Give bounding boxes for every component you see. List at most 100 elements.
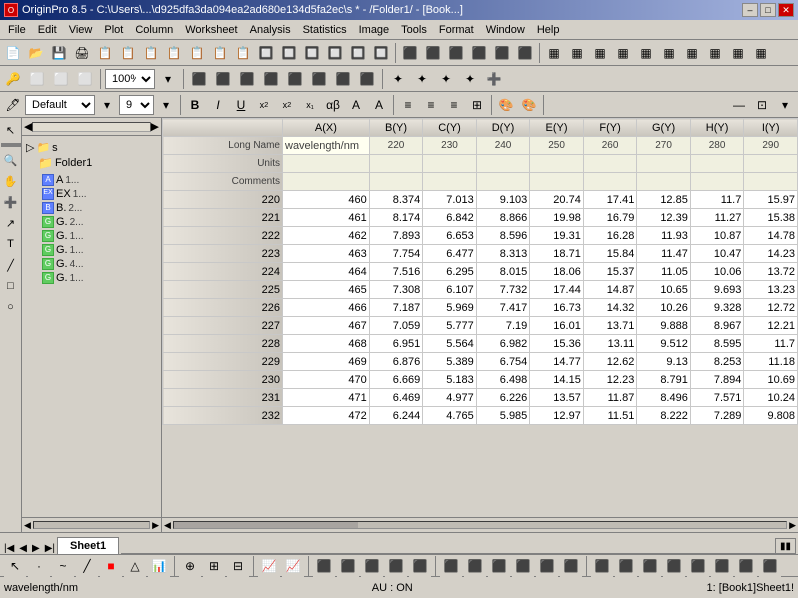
bt18[interactable]: ⬛ [440, 555, 462, 577]
cell-4-E[interactable]: 18.06 [530, 263, 584, 281]
tb2-3[interactable]: ⬜ [50, 68, 72, 90]
cell-6-E[interactable]: 16.73 [530, 299, 584, 317]
cell-6-F[interactable]: 14.32 [583, 299, 637, 317]
cell-8-B[interactable]: 6.951 [369, 335, 423, 353]
tb2-9[interactable]: ⬛ [284, 68, 306, 90]
menu-window[interactable]: Window [480, 22, 531, 38]
cell-10-E[interactable]: 14.15 [530, 371, 584, 389]
cell-8-G[interactable]: 9.512 [637, 335, 691, 353]
col-header-B[interactable]: B(Y) [369, 119, 423, 137]
cell-10-G[interactable]: 8.791 [637, 371, 691, 389]
cell-12-D[interactable]: 5.985 [476, 407, 530, 425]
cell-1-E[interactable]: 19.98 [530, 209, 584, 227]
cell-11-I[interactable]: 10.24 [744, 389, 798, 407]
menu-format[interactable]: Format [433, 22, 480, 38]
fmt-btn1[interactable]: x₁ [299, 94, 321, 116]
tb28[interactable]: ▦ [658, 42, 680, 64]
cell-4-D[interactable]: 8.015 [476, 263, 530, 281]
align-left[interactable]: ≡ [397, 94, 419, 116]
scroll-left-btn[interactable]: ◀ [164, 520, 171, 531]
cell-3-D[interactable]: 8.313 [476, 245, 530, 263]
cell-1-C[interactable]: 6.842 [423, 209, 477, 227]
tb26[interactable]: ▦ [612, 42, 634, 64]
cell-2-I[interactable]: 14.78 [744, 227, 798, 245]
cell-12-C[interactable]: 4.765 [423, 407, 477, 425]
menu-worksheet[interactable]: Worksheet [179, 22, 243, 38]
tb31[interactable]: ▦ [727, 42, 749, 64]
cell-10-B[interactable]: 6.669 [369, 371, 423, 389]
bt17[interactable]: ⬛ [409, 555, 431, 577]
tb2-15[interactable]: ✦ [435, 68, 457, 90]
font-size-select[interactable]: 9 10 12 [119, 95, 154, 115]
sidebar-scroll-down[interactable]: ▶ [152, 520, 159, 531]
col-header-G[interactable]: G(Y) [637, 119, 691, 137]
cell-4-G[interactable]: 11.05 [637, 263, 691, 281]
sidebar-item-G4[interactable]: G G. 4... [40, 257, 159, 271]
superscript-button[interactable]: x2 [253, 94, 275, 116]
cell-0-E[interactable]: 20.74 [530, 191, 584, 209]
cell-5-H[interactable]: 9.693 [690, 281, 744, 299]
cell-11-B[interactable]: 6.469 [369, 389, 423, 407]
cell-6-A[interactable]: 466 [283, 299, 370, 317]
tb15[interactable]: 🔲 [347, 42, 369, 64]
font-name-dropdown[interactable]: ▾ [96, 94, 118, 116]
bt12[interactable]: 📈 [282, 555, 304, 577]
tab-next-btn[interactable]: ▶ [30, 543, 42, 554]
cell-0-G[interactable]: 12.85 [637, 191, 691, 209]
cell-6-C[interactable]: 5.969 [423, 299, 477, 317]
cell-3-H[interactable]: 10.47 [690, 245, 744, 263]
tb2-8[interactable]: ⬛ [260, 68, 282, 90]
cell-5-D[interactable]: 7.732 [476, 281, 530, 299]
tool-draw-arrow[interactable]: ↗ [1, 213, 21, 233]
bt14[interactable]: ⬛ [337, 555, 359, 577]
cell-7-B[interactable]: 7.059 [369, 317, 423, 335]
cell-9-I[interactable]: 11.18 [744, 353, 798, 371]
cell-9-E[interactable]: 14.77 [530, 353, 584, 371]
sheet-tab-1[interactable]: Sheet1 [57, 537, 119, 554]
fmt-btn3[interactable]: A [345, 94, 367, 116]
cell-4-C[interactable]: 6.295 [423, 263, 477, 281]
cell-4-I[interactable]: 13.72 [744, 263, 798, 281]
tb17[interactable]: ⬛ [399, 42, 421, 64]
bt4[interactable]: ╱ [76, 555, 98, 577]
bold-button[interactable]: B [184, 94, 206, 116]
cell-10-A[interactable]: 470 [283, 371, 370, 389]
col-header-F[interactable]: F(Y) [583, 119, 637, 137]
cell-1-B[interactable]: 8.174 [369, 209, 423, 227]
tb27[interactable]: ▦ [635, 42, 657, 64]
scroll-indicator[interactable]: ▮▮ [775, 538, 796, 554]
cell-3-B[interactable]: 7.754 [369, 245, 423, 263]
tb16[interactable]: 🔲 [370, 42, 392, 64]
tb2-10[interactable]: ⬛ [308, 68, 330, 90]
col-header-D[interactable]: D(Y) [476, 119, 530, 137]
cell-0-B[interactable]: 8.374 [369, 191, 423, 209]
tb29[interactable]: ▦ [681, 42, 703, 64]
col-header-C[interactable]: C(Y) [423, 119, 477, 137]
tb10[interactable]: 📋 [232, 42, 254, 64]
cell-1-A[interactable]: 461 [283, 209, 370, 227]
bt3[interactable]: ~ [52, 555, 74, 577]
cell-7-G[interactable]: 9.888 [637, 317, 691, 335]
cell-6-I[interactable]: 12.72 [744, 299, 798, 317]
cell-3-E[interactable]: 18.71 [530, 245, 584, 263]
cell-5-I[interactable]: 13.23 [744, 281, 798, 299]
tab-first-btn[interactable]: |◀ [2, 543, 16, 554]
tb6[interactable]: 📋 [140, 42, 162, 64]
cell-7-E[interactable]: 16.01 [530, 317, 584, 335]
cell-8-A[interactable]: 468 [283, 335, 370, 353]
cell-2-A[interactable]: 462 [283, 227, 370, 245]
cell-1-D[interactable]: 8.866 [476, 209, 530, 227]
cell-7-H[interactable]: 8.967 [690, 317, 744, 335]
zoom-dropdown[interactable]: ▾ [157, 68, 179, 90]
cell-12-F[interactable]: 11.51 [583, 407, 637, 425]
tb8[interactable]: 📋 [186, 42, 208, 64]
tb2-2[interactable]: ⬜ [26, 68, 48, 90]
font-size-dropdown[interactable]: ▾ [155, 94, 177, 116]
tb20[interactable]: ⬛ [468, 42, 490, 64]
fmt-color2[interactable]: 🎨 [518, 94, 540, 116]
sidebar-item-folder1[interactable]: 📁 Folder1 [38, 155, 157, 171]
tb22[interactable]: ⬛ [514, 42, 536, 64]
tool-line[interactable]: ╱ [1, 255, 21, 275]
tb2-17[interactable]: ➕ [483, 68, 505, 90]
cell-5-F[interactable]: 14.87 [583, 281, 637, 299]
